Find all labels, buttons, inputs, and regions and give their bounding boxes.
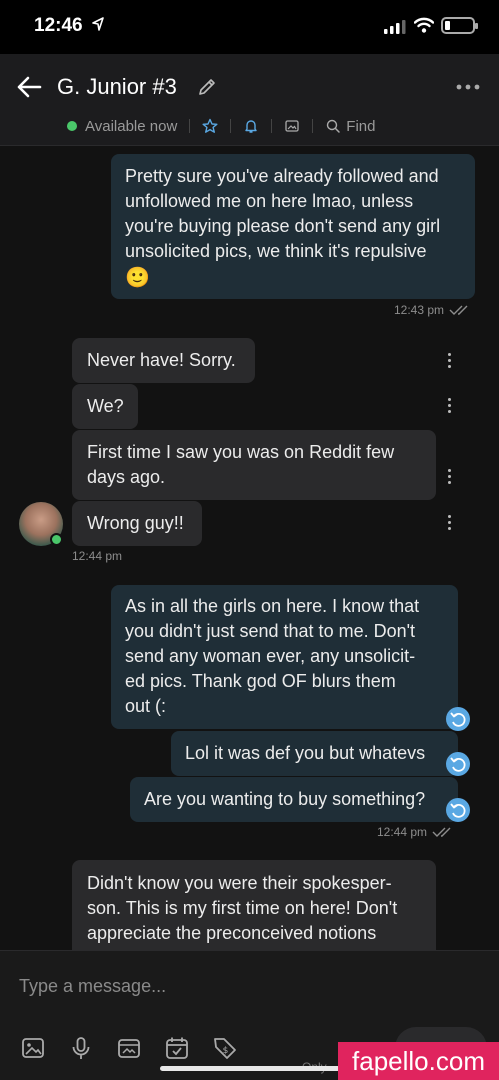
message-text: Lol it was def you but whatevs [185,743,426,763]
vault-media-icon[interactable] [116,1035,142,1061]
chat-header: G. Junior #3 Available now Find [0,54,499,146]
message-text: Pretty sure you've already followed and [125,166,439,186]
gallery-icon[interactable] [284,118,300,134]
divider [230,119,232,133]
find-button[interactable]: Find [325,118,375,135]
price-tag-icon[interactable]: $ [212,1035,238,1061]
more-options-icon[interactable] [456,82,480,92]
schedule-calendar-icon[interactable] [164,1035,190,1061]
message-emoji: 🙂 [125,267,150,289]
message-bubble-incoming[interactable]: Never have! Sorry. [72,338,255,383]
message-timestamp: 12:43 pm [394,303,471,317]
message-bubble-outgoing[interactable]: Pretty sure you've already followed and … [111,154,475,299]
message-menu-icon[interactable] [446,398,452,414]
bell-icon[interactable] [243,118,259,134]
message-text: ed pics. Thank god OF blurs them [125,671,396,691]
message-text: unfollowed me on here lmao, unless [125,191,414,211]
message-bubble-outgoing[interactable]: Are you wanting to buy something? [130,777,458,822]
timestamp-text: 12:44 pm [72,549,123,563]
message-menu-icon[interactable] [446,469,452,485]
read-ticks-icon [432,827,451,837]
divider [312,119,314,133]
timestamp-text: 12:44 pm [377,825,428,839]
message-text: We? [87,396,124,416]
search-icon [327,119,341,133]
read-ticks-icon [449,305,468,315]
message-bubble-incoming[interactable]: First time I saw you was on Reddit few d… [72,430,436,500]
microphone-icon[interactable] [68,1035,94,1061]
message-bubble-incoming[interactable]: Wrong guy!! [72,501,202,546]
availability-text: Available now [85,117,178,135]
unsend-undo-icon[interactable] [446,752,470,776]
message-text: Didn't know you were their spokesper- [87,873,392,893]
location-arrow-icon [92,17,104,31]
message-bubble-outgoing[interactable]: As in all the girls on here. I know that… [111,585,458,729]
wifi-icon [414,17,434,33]
message-text: Are you wanting to buy something? [144,789,426,809]
message-text: days ago. [87,467,166,487]
message-input[interactable] [19,973,479,999]
message-timestamp: 12:44 pm [72,549,122,563]
message-timestamp: 12:44 pm [377,825,454,839]
message-text: out (: [125,696,167,716]
edit-pencil-icon[interactable] [197,77,217,97]
status-bar: 12:46 [0,0,499,54]
message-text: Wrong guy!! [87,513,184,533]
avatar-online-indicator [50,533,63,546]
divider [189,119,191,133]
message-text: unsolicited pics, we think it's repulsiv… [125,241,427,261]
find-label: Find [346,117,376,135]
status-time: 12:46 [34,15,83,36]
home-indicator[interactable] [160,1066,340,1071]
online-indicator [67,121,77,131]
message-text: you didn't just send that to me. Don't [125,621,416,641]
message-text: First time I saw you was on Reddit few [87,442,395,462]
unsend-undo-icon[interactable] [446,798,470,822]
timestamp-text: 12:43 pm [394,303,445,317]
message-text: send any woman ever, any unsolicit- [125,646,416,666]
watermark-badge: fapello.com [338,1042,499,1080]
message-menu-icon[interactable] [446,353,452,369]
message-text: Never have! Sorry. [87,350,236,370]
back-arrow-icon[interactable] [16,74,42,100]
image-upload-icon[interactable] [20,1035,46,1061]
message-bubble-incoming[interactable]: Didn't know you were their spokesper- so… [72,860,436,950]
message-bubble-incoming[interactable]: We? [72,384,138,429]
message-text: appreciate the preconceived notions [87,923,377,943]
cell-signal-icon [384,20,406,34]
message-menu-icon[interactable] [446,515,452,531]
contact-substatus: Available now Find [67,116,375,136]
message-list[interactable]: Pretty sure you've already followed and … [0,147,499,950]
battery-icon [441,17,478,34]
svg-text:$: $ [223,1046,229,1056]
message-text: son. This is my first time on here! Don'… [87,898,398,918]
message-bubble-outgoing[interactable]: Lol it was def you but whatevs [171,731,458,776]
divider [271,119,273,133]
contact-name[interactable]: G. Junior #3 [57,74,177,100]
message-text: As in all the girls on here. I know that [125,596,420,616]
star-icon[interactable] [202,118,218,134]
unsend-undo-icon[interactable] [446,707,470,731]
message-text: you're buying please don't send any girl [125,216,441,236]
